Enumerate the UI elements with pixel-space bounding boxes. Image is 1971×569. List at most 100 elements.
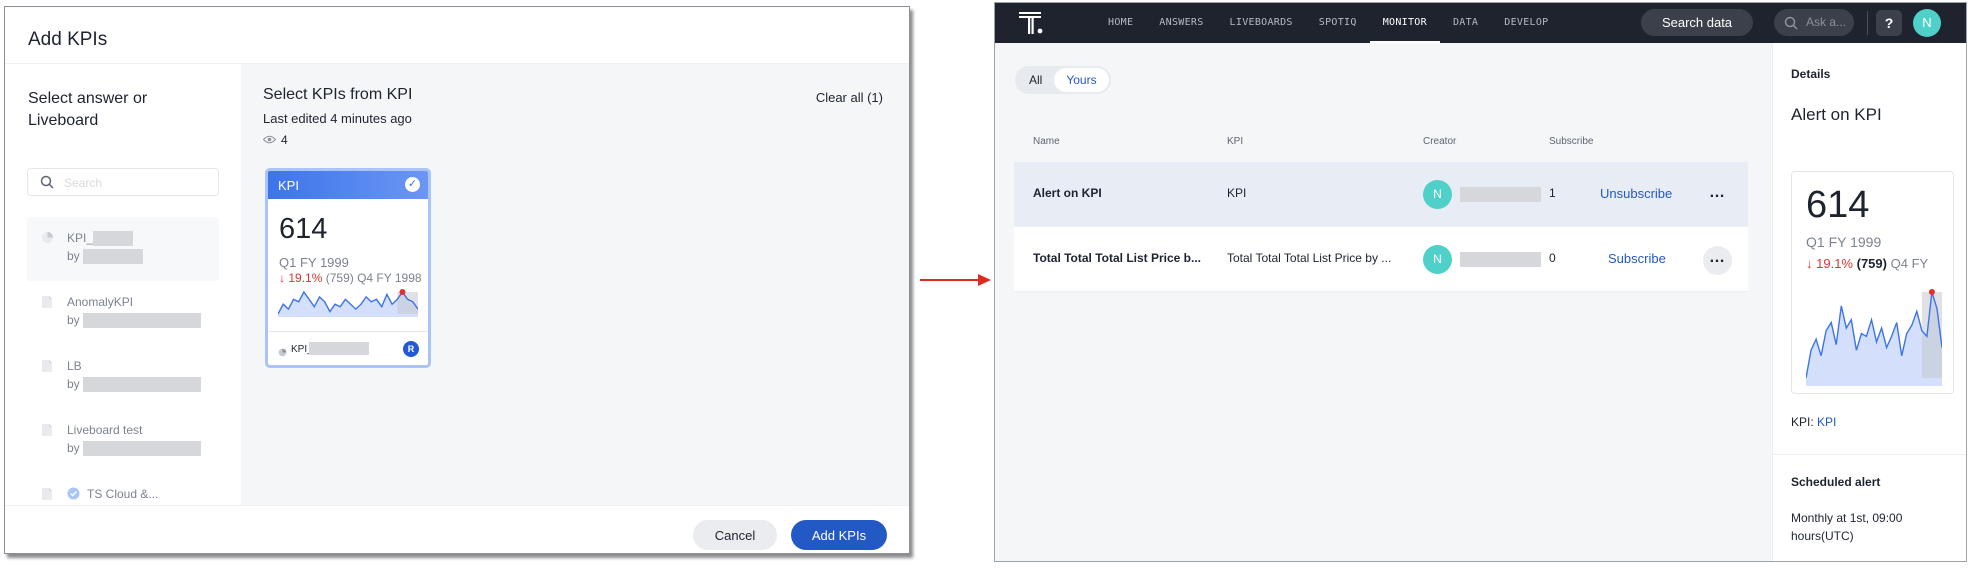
avatar: R bbox=[403, 341, 419, 357]
filter-toggle: All Yours bbox=[1015, 66, 1111, 94]
clear-all-button[interactable]: Clear all (1) bbox=[816, 90, 883, 105]
nav-answers[interactable]: ANSWERS bbox=[1146, 3, 1216, 43]
pie-chart-icon bbox=[41, 231, 54, 245]
source-search[interactable] bbox=[27, 168, 219, 196]
more-options-icon[interactable]: … bbox=[1703, 181, 1732, 210]
kpi-change: ↓ 19.1% (759) Q4 FY bbox=[1806, 256, 1928, 271]
list-item[interactable]: AnomalyKPI by bbox=[27, 281, 219, 345]
search-data-button[interactable]: Search data bbox=[1641, 9, 1753, 36]
table-row[interactable]: Total Total Total List Price b... Total … bbox=[1014, 227, 1748, 292]
redacted-text bbox=[1460, 252, 1541, 267]
kpi-value: 614 bbox=[1806, 184, 1870, 226]
kpi-change-percent: 19.1% bbox=[288, 271, 323, 285]
more-options-icon[interactable]: … bbox=[1703, 246, 1732, 275]
ask-input[interactable]: Ask a... bbox=[1774, 9, 1854, 36]
search-input[interactable] bbox=[62, 173, 212, 193]
search-icon bbox=[40, 175, 54, 194]
avatar: N bbox=[1423, 245, 1452, 274]
sparkline-area bbox=[1806, 292, 1942, 386]
filter-all[interactable]: All bbox=[1017, 68, 1054, 92]
filter-yours[interactable]: Yours bbox=[1054, 68, 1109, 92]
list-item-author: by bbox=[67, 249, 80, 263]
sparkline-area bbox=[278, 292, 418, 317]
document-icon bbox=[41, 295, 54, 309]
nav-monitor[interactable]: MONITOR bbox=[1369, 3, 1441, 43]
kpi-link[interactable]: KPI bbox=[1817, 415, 1836, 429]
arrow-right-icon bbox=[920, 274, 991, 286]
kpi-period: Q1 FY 1999 bbox=[1806, 234, 1882, 250]
subscribe-link[interactable]: Subscribe bbox=[1608, 251, 1666, 266]
redacted-text bbox=[83, 313, 201, 328]
list-item[interactable]: TS Cloud &... by bbox=[27, 473, 219, 505]
nav-develop[interactable]: DEVELOP bbox=[1491, 3, 1561, 43]
redacted-text bbox=[1460, 187, 1541, 202]
topbar-divider bbox=[1867, 11, 1868, 35]
cancel-button[interactable]: Cancel bbox=[693, 520, 777, 550]
kpi-card[interactable]: KPI ✓ 614 Q1 FY 1999 ↓ 19.1% (759) Q4 FY… bbox=[265, 168, 431, 368]
kpi-compare-period: Q4 FY bbox=[1890, 256, 1929, 271]
avatar: N bbox=[1423, 180, 1452, 209]
alert-kpi: Total Total Total List Price by ... bbox=[1227, 251, 1392, 265]
column-header-name[interactable]: Name bbox=[1033, 136, 1060, 147]
list-item[interactable]: KPI_ by bbox=[27, 217, 219, 281]
nav-liveboards[interactable]: LIVEBOARDS bbox=[1217, 3, 1306, 43]
column-header-kpi[interactable]: KPI bbox=[1227, 136, 1243, 147]
kpi-selection-pane: Select KPIs from KPI Last edited 4 minut… bbox=[241, 64, 909, 505]
redacted-text bbox=[93, 231, 133, 246]
subscriber-count: 1 bbox=[1549, 186, 1556, 200]
details-kpi-card: 614 Q1 FY 1999 ↓ 19.1% (759) Q4 FY bbox=[1791, 171, 1954, 394]
pie-chart-icon bbox=[278, 344, 287, 362]
verified-icon bbox=[67, 487, 80, 505]
details-title: Alert on KPI bbox=[1791, 105, 1882, 124]
nav-data[interactable]: DATA bbox=[1440, 3, 1491, 43]
user-avatar[interactable]: N bbox=[1913, 9, 1941, 37]
kpi-change-absolute: (759) bbox=[325, 271, 354, 285]
list-item-name: LB bbox=[67, 359, 82, 373]
kpi-change-percent: 19.1% bbox=[1816, 256, 1853, 271]
redacted-text bbox=[309, 342, 369, 355]
kpi-change-absolute: (759) bbox=[1856, 256, 1887, 271]
document-icon bbox=[41, 423, 54, 437]
kpi-card-header: KPI ✓ bbox=[268, 171, 428, 199]
check-circle-icon[interactable]: ✓ bbox=[405, 177, 420, 192]
list-item-name: KPI_ bbox=[67, 231, 94, 245]
kpi-label: KPI: bbox=[1791, 415, 1814, 429]
column-header-creator[interactable]: Creator bbox=[1423, 136, 1456, 147]
list-item-name: Liveboard test bbox=[67, 423, 143, 437]
details-panel: Details Alert on KPI 614 Q1 FY 1999 ↓ 19… bbox=[1772, 43, 1966, 561]
nav-spotiq[interactable]: SPOTIQ bbox=[1306, 3, 1370, 43]
kpi-compare-period: Q4 FY 1998 bbox=[357, 271, 422, 285]
nav-home[interactable]: HOME bbox=[1095, 3, 1146, 43]
monitor-app-window: HOME ANSWERS LIVEBOARDS SPOTIQ MONITOR D… bbox=[994, 2, 1967, 562]
ask-placeholder: Ask a... bbox=[1806, 15, 1847, 29]
view-count: 4 bbox=[262, 133, 288, 147]
sparkline-point bbox=[399, 289, 406, 295]
list-item-name: TS Cloud &... bbox=[87, 487, 159, 501]
unsubscribe-link[interactable]: Unsubscribe bbox=[1600, 186, 1672, 201]
alerts-list-area: All Yours Name KPI Creator Subscribe Ale… bbox=[995, 43, 1772, 561]
thoughtspot-logo[interactable] bbox=[1019, 11, 1045, 40]
list-item[interactable]: Liveboard test by bbox=[27, 409, 219, 473]
column-header-subscribers[interactable]: Subscribe bbox=[1549, 136, 1597, 147]
list-item-author: by bbox=[67, 313, 80, 327]
view-count-value: 4 bbox=[281, 133, 288, 147]
top-navbar: HOME ANSWERS LIVEBOARDS SPOTIQ MONITOR D… bbox=[995, 3, 1966, 43]
add-kpis-modal: Add KPIs Select answer or Liveboard KPI_… bbox=[4, 6, 910, 554]
kpi-change: ↓ 19.1% (759) Q4 FY 1998 bbox=[279, 271, 422, 285]
kpi-period: Q1 FY 1999 bbox=[279, 255, 349, 270]
kpi-value: 614 bbox=[279, 213, 328, 245]
help-button[interactable]: ? bbox=[1876, 10, 1902, 36]
down-arrow-icon: ↓ bbox=[1806, 256, 1813, 271]
kpi-card-title: KPI bbox=[278, 178, 299, 193]
redacted-text bbox=[83, 441, 201, 456]
search-icon bbox=[1784, 16, 1798, 33]
redacted-text bbox=[83, 377, 201, 392]
details-heading: Details bbox=[1791, 67, 1831, 81]
kpi-sparkline bbox=[1806, 289, 1942, 386]
sparkline-point bbox=[1928, 289, 1935, 295]
list-item[interactable]: LB by bbox=[27, 345, 219, 409]
table-row[interactable]: Alert on KPI KPI N 1 Unsubscribe … bbox=[1014, 162, 1748, 227]
add-kpis-button[interactable]: Add KPIs bbox=[791, 520, 887, 550]
last-edited-text: Last edited 4 minutes ago bbox=[263, 111, 412, 126]
kpi-pane-title: Select KPIs from KPI bbox=[263, 86, 413, 103]
